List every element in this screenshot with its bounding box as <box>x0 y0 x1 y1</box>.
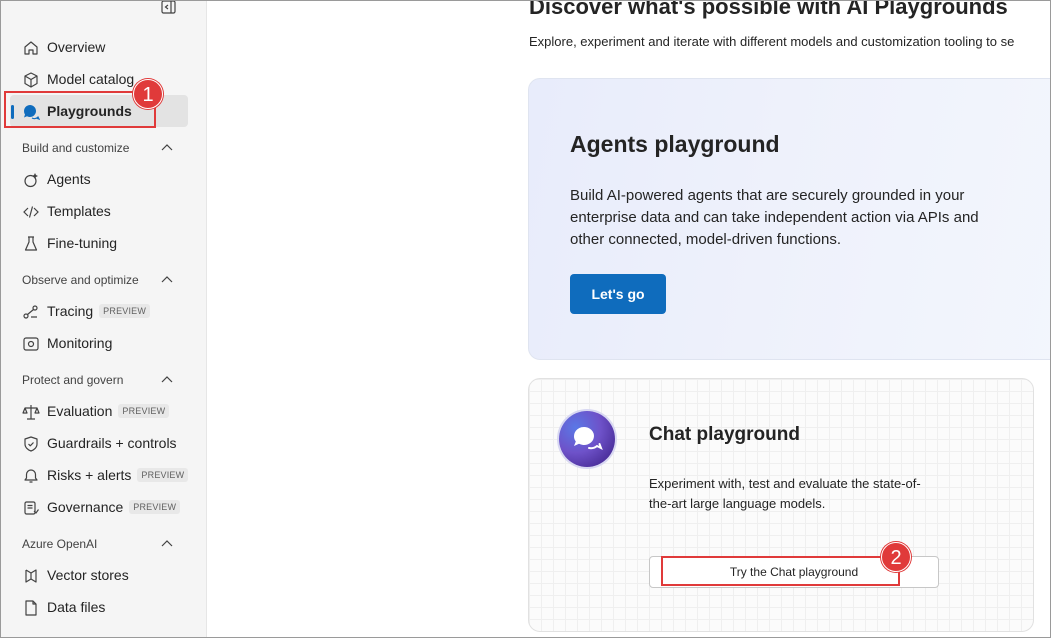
chevron-up-icon <box>160 273 174 287</box>
preview-badge: PREVIEW <box>137 468 189 482</box>
agent-icon <box>22 171 40 189</box>
sidebar-item-guardrails[interactable]: Guardrails + controls <box>10 427 188 459</box>
sidebar-item-label: Governance PREVIEW <box>47 499 181 515</box>
alert-icon <box>22 467 40 485</box>
section-header-observe[interactable]: Observe and optimize <box>22 273 182 293</box>
chat-playground-card: Chat playground Experiment with, test an… <box>528 378 1034 632</box>
sidebar-item-label: Evaluation PREVIEW <box>47 403 170 419</box>
shield-icon <box>22 435 40 453</box>
agents-card-description: Build AI-powered agents that are securel… <box>570 187 979 248</box>
chat-card-description: Experiment with, test and evaluate the s… <box>649 476 921 511</box>
vector-icon <box>22 567 40 585</box>
sidebar-item-vector-stores[interactable]: Vector stores <box>10 559 188 591</box>
chevron-up-icon <box>160 141 174 155</box>
sidebar-item-fine-tuning[interactable]: Fine-tuning <box>10 227 188 259</box>
section-label: Observe and optimize <box>22 273 139 287</box>
sidebar-item-templates[interactable]: Templates <box>10 195 188 227</box>
sidebar-item-risks-alerts[interactable]: Risks + alerts PREVIEW <box>10 459 189 491</box>
section-label: Azure OpenAI <box>22 537 98 551</box>
sidebar-item-label: Data files <box>47 599 106 615</box>
sidebar-item-label: Vector stores <box>47 567 129 583</box>
agents-playground-card: Agents playground Build AI-powered agent… <box>528 78 1051 360</box>
preview-badge: PREVIEW <box>99 304 151 318</box>
section-header-build[interactable]: Build and customize <box>22 141 182 161</box>
sidebar-item-label: Guardrails + controls <box>47 435 177 451</box>
sidebar-item-monitoring[interactable]: Monitoring <box>10 327 188 359</box>
highlight-box-try-chat <box>661 556 900 586</box>
sidebar-item-label: Risks + alerts PREVIEW <box>47 467 189 483</box>
governance-label: Governance <box>47 499 124 515</box>
page-subtitle: Explore, experiment and iterate with dif… <box>529 34 1015 49</box>
governance-icon <box>22 499 40 517</box>
risks-label: Risks + alerts <box>47 467 132 483</box>
section-header-protect[interactable]: Protect and govern <box>22 373 182 393</box>
sidebar-item-data-files[interactable]: Data files <box>10 591 188 623</box>
evaluation-label: Evaluation <box>47 403 113 419</box>
page-title: Discover what's possible with AI Playgro… <box>529 0 1008 19</box>
code-icon <box>22 203 40 221</box>
sidebar-item-label: Model catalog <box>47 71 135 87</box>
section-label: Build and customize <box>22 141 130 155</box>
lets-go-button[interactable]: Let's go <box>570 274 666 314</box>
file-icon <box>22 599 40 617</box>
sidebar-item-agents[interactable]: Agents <box>10 163 188 195</box>
trace-icon <box>22 303 40 321</box>
monitor-icon <box>22 335 40 353</box>
flask-icon <box>22 235 40 253</box>
tracing-label: Tracing <box>47 303 94 319</box>
chevron-up-icon <box>160 537 174 551</box>
sidebar-item-evaluation[interactable]: Evaluation PREVIEW <box>10 395 188 427</box>
main-content: Discover what's possible with AI Playgro… <box>208 0 1051 638</box>
section-label: Protect and govern <box>22 373 124 387</box>
collapse-sidebar-icon[interactable] <box>160 0 178 16</box>
chat-playground-icon <box>559 411 615 467</box>
sidebar-item-tracing[interactable]: Tracing PREVIEW <box>10 295 188 327</box>
step-marker-2: 2 <box>881 542 911 572</box>
scale-icon <box>22 403 40 421</box>
sidebar-item-label: Templates <box>47 203 111 219</box>
chevron-up-icon <box>160 373 174 387</box>
sidebar-item-overview[interactable]: Overview <box>10 31 188 63</box>
sidebar-item-label: Fine-tuning <box>47 235 118 251</box>
sidebar-item-label: Overview <box>47 39 106 55</box>
preview-badge: PREVIEW <box>129 500 181 514</box>
sidebar-item-label: Agents <box>47 171 91 187</box>
home-icon <box>22 39 40 57</box>
cube-icon <box>22 71 40 89</box>
agents-card-title: Agents playground <box>570 131 780 157</box>
preview-badge: PREVIEW <box>118 404 170 418</box>
section-header-azure-openai[interactable]: Azure OpenAI <box>22 537 182 557</box>
sidebar-item-label: Monitoring <box>47 335 113 351</box>
sidebar-item-governance[interactable]: Governance PREVIEW <box>10 491 188 523</box>
step-marker-1: 1 <box>133 79 163 109</box>
sidebar-item-label: Tracing PREVIEW <box>47 303 151 319</box>
chat-card-title: Chat playground <box>649 424 800 445</box>
